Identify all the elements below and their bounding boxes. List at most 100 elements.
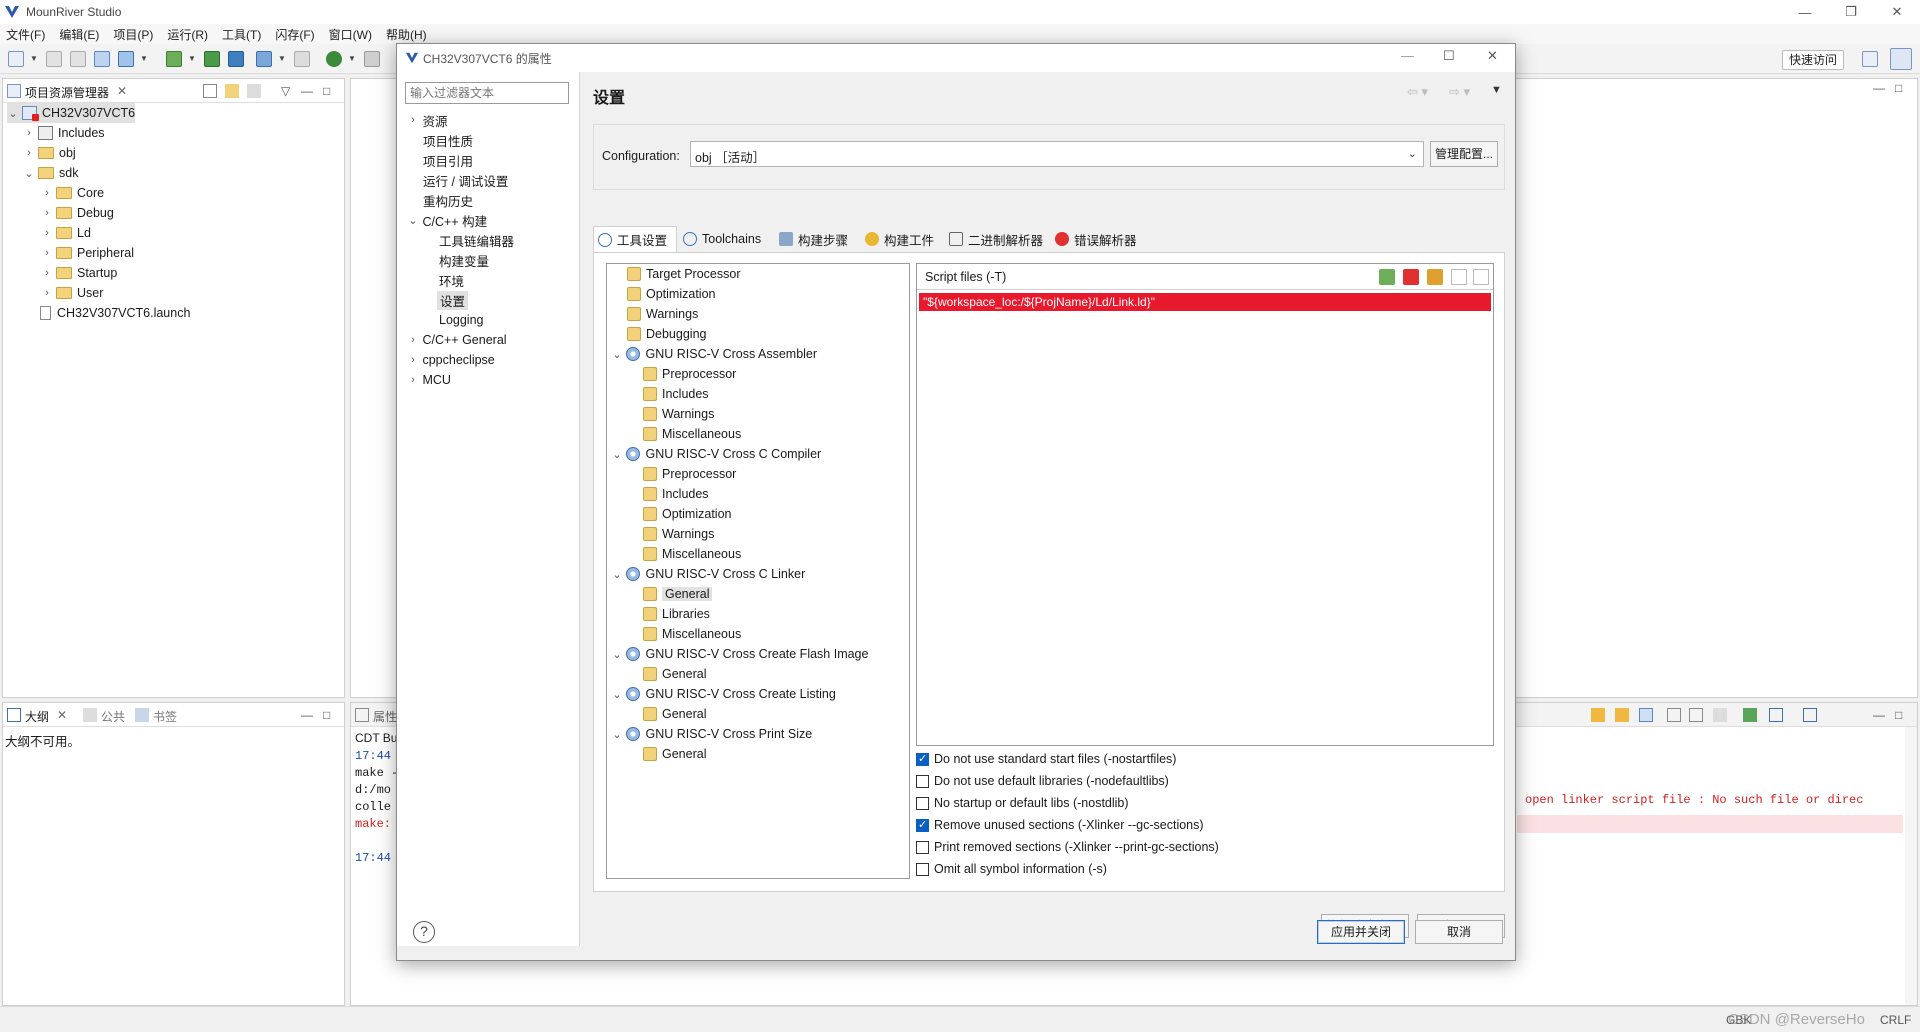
view-menu-icon[interactable]: ▼ [1491,84,1502,96]
restore-button[interactable]: ❐ [1828,0,1874,24]
checkbox[interactable] [916,840,929,854]
tree-item-includes[interactable]: › Includes [23,123,105,143]
tab-tool-settings[interactable]: 工具设置 [593,226,677,252]
menu-edit[interactable]: 编辑(E) [59,26,99,43]
settings-icon[interactable] [364,51,380,67]
settings-tree-tool[interactable]: ⌄ GNU RISC-V Cross Assembler [611,344,817,364]
settings-tree-tool[interactable]: ⌄ GNU RISC-V Cross Create Flash Image [611,644,868,664]
word-wrap-icon[interactable] [1689,708,1703,722]
settings-tree-item[interactable]: Libraries [643,604,710,624]
download-icon[interactable] [166,51,182,67]
project-explorer-tab[interactable]: 项目资源管理器 [25,84,109,101]
collapse-all-icon[interactable] [203,84,217,98]
chevron-down-icon[interactable]: ▼ [278,54,286,63]
minimize-view-icon[interactable]: — [1873,81,1885,95]
arrow-up-icon[interactable] [1615,708,1629,722]
menu-help[interactable]: 帮助(H) [386,26,427,43]
settings-tree-item[interactable]: Preprocessor [643,464,736,484]
tab-error-parsers[interactable]: 错误解析器 [1051,226,1147,252]
chevron-down-icon[interactable]: ⌄ [407,214,419,227]
settings-tree-item[interactable]: Includes [643,484,709,504]
menu-file[interactable]: 文件(F) [6,26,45,43]
settings-tree-tool[interactable]: ⌄ GNU RISC-V Cross Print Size [611,724,812,744]
chevron-down-icon[interactable]: ⌄ [611,648,623,661]
scroll-lock-icon[interactable] [1639,708,1653,722]
settings-tree-item[interactable]: Miscellaneous [643,544,741,564]
chevron-right-icon[interactable]: › [41,207,53,219]
tree-item-startup[interactable]: › Startup [41,263,117,283]
option-print-gc-sections[interactable]: Print removed sections (-Xlinker --print… [916,837,1219,857]
edit-icon[interactable] [1427,269,1443,285]
tree-item-peripheral[interactable]: › Peripheral [41,243,134,263]
tree-item-project[interactable]: ⌄ CH32V307VCT6 [7,103,136,123]
arrow-down-icon[interactable] [1591,708,1605,722]
bookmarks-tab[interactable]: 书签 [153,708,177,725]
menu-project[interactable]: 项目(P) [113,26,153,43]
flash-icon[interactable] [204,51,220,67]
tab-binary-parsers[interactable]: 二进制解析器 [945,226,1049,252]
checkbox[interactable] [916,818,929,832]
tab-toolchains[interactable]: Toolchains [679,226,775,252]
nav-item[interactable]: 项目引用 [423,150,473,170]
maximize-view-icon[interactable]: □ [1895,81,1902,95]
apply-and-close-button[interactable]: 应用并关闭 [1317,920,1405,944]
chevron-down-icon[interactable]: ⌄ [611,728,623,741]
build-all-icon[interactable] [118,51,134,67]
console-scrollbar[interactable] [1905,727,1917,1005]
close-icon[interactable]: ✕ [57,708,67,722]
move-up-icon[interactable] [1451,269,1467,285]
chevron-right-icon[interactable]: › [23,147,35,159]
menu-window[interactable]: 窗口(W) [329,26,372,43]
settings-tree-tool[interactable]: ⌄ GNU RISC-V Cross Create Listing [611,684,836,704]
build-icon[interactable] [94,51,110,67]
minimize-button[interactable]: — [1782,0,1828,24]
close-icon[interactable]: ✕ [117,84,127,98]
checkbox[interactable] [916,752,929,766]
layers-icon[interactable] [228,51,244,67]
chevron-right-icon[interactable]: › [41,187,53,199]
pin-icon[interactable] [1667,708,1681,722]
chevron-right-icon[interactable]: › [41,287,53,299]
tree-item-user[interactable]: › User [41,283,103,303]
outline-tab[interactable]: 大纲 [25,708,49,725]
delete-icon[interactable] [1403,269,1419,285]
quick-access-field[interactable]: 快速访问 [1782,50,1844,70]
tree-item-launch[interactable]: CH32V307VCT6.launch [35,303,190,323]
chevron-right-icon[interactable]: › [407,334,419,346]
checkbox[interactable] [916,774,929,788]
nav-item[interactable]: 构建变量 [439,250,489,270]
forward-arrow-icon[interactable]: ⇨ ▾ [1449,84,1470,100]
settings-tree-tool[interactable]: ⌄ GNU RISC-V Cross C Compiler [611,444,821,464]
nav-item[interactable]: ⌄ C/C++ 构建 [407,210,487,230]
nav-item[interactable]: 工具链编辑器 [439,230,514,250]
chevron-right-icon[interactable]: › [407,374,419,386]
nav-item[interactable]: 项目性质 [423,130,473,150]
chevron-down-icon[interactable]: ▼ [30,54,38,63]
chevron-right-icon[interactable]: › [41,247,53,259]
nav-item[interactable]: › cppcheclipse [407,350,495,370]
nav-item[interactable]: › 资源 [407,110,447,130]
settings-tree-item[interactable]: Includes [643,384,709,404]
menu-flash[interactable]: 闪存(F) [275,26,314,43]
chevron-right-icon[interactable]: › [41,227,53,239]
settings-tree-item[interactable]: Optimization [627,284,715,304]
option-nostdlib[interactable]: No startup or default libs (-nostdlib) [916,793,1129,813]
minimize-button[interactable]: — [1401,48,1414,63]
maximize-view-icon[interactable]: □ [323,708,330,722]
chevron-down-icon[interactable]: ⌄ [611,448,623,461]
chevron-down-icon[interactable]: ▼ [188,54,196,63]
tab-build-steps[interactable]: 构建步骤 [775,226,861,252]
settings-tree-item[interactable]: General [643,744,706,764]
settings-tree-item[interactable]: Miscellaneous [643,424,741,444]
target-icon[interactable] [256,51,272,67]
settings-tree-item-selected[interactable]: General [643,584,713,604]
tree-item-core[interactable]: › Core [41,183,104,203]
display-console-icon[interactable] [1769,708,1783,722]
nav-item[interactable]: 环境 [439,270,464,290]
menu-tools[interactable]: 工具(T) [222,26,261,43]
view-menu-icon[interactable]: ▽ [281,84,290,98]
option-gc-sections[interactable]: Remove unused sections (-Xlinker --gc-se… [916,815,1204,835]
chevron-down-icon[interactable]: ⌄ [7,107,19,120]
settings-tree-item[interactable]: Warnings [643,404,714,424]
move-down-icon[interactable] [1473,269,1489,285]
